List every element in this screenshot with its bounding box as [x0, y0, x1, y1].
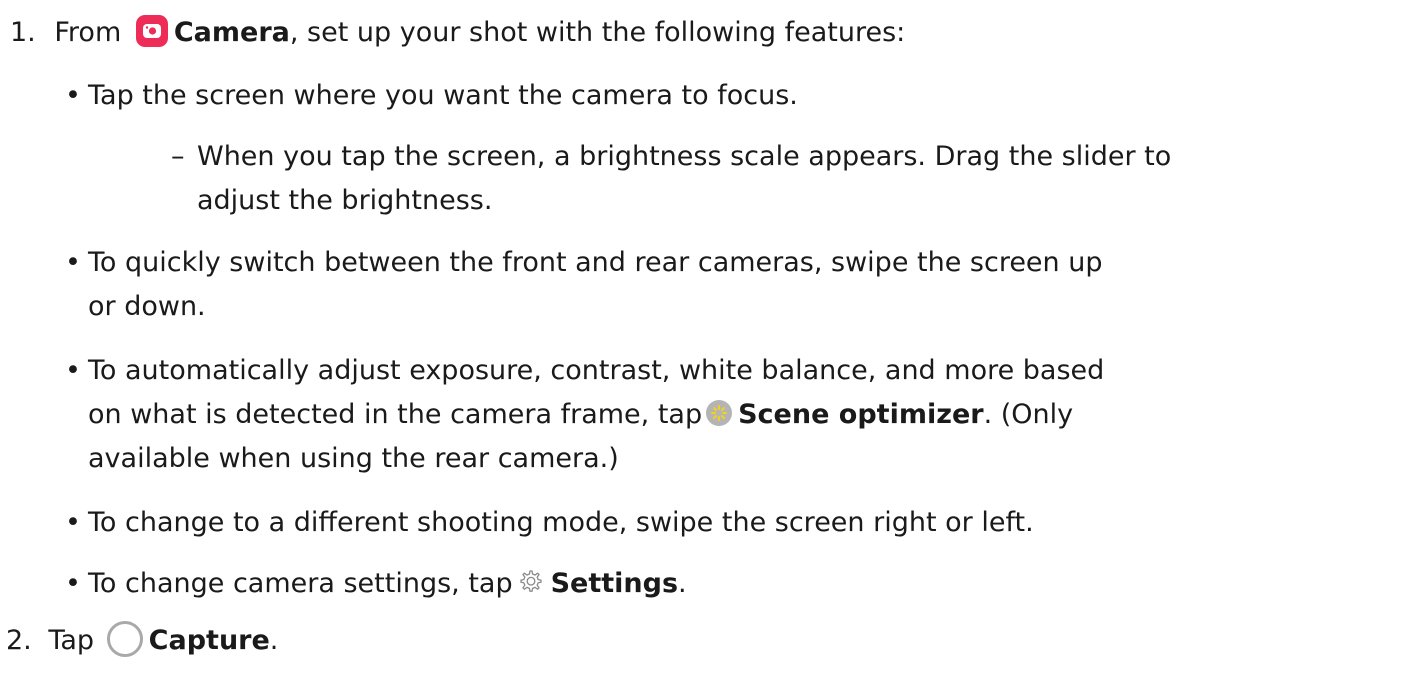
- bullet-marker: •: [65, 355, 81, 386]
- step-text-rest: , set up your shot with the following fe…: [289, 17, 906, 48]
- bullet-item-scene-line1: To automatically adjust exposure, contra…: [88, 351, 1104, 391]
- bullet-text: . (Only: [983, 399, 1074, 430]
- bullet-item-scene-line3: available when using the rear camera.): [88, 439, 619, 479]
- settings-label: Settings: [550, 568, 679, 599]
- step-text: Tap: [48, 625, 95, 656]
- bullet-marker: •: [65, 507, 81, 538]
- scene-optimizer-icon: [706, 399, 733, 426]
- scene-optimizer-label: Scene optimizer: [738, 399, 984, 430]
- capture-label: Capture: [148, 625, 270, 656]
- bullet-marker: •: [65, 80, 81, 111]
- step-text: From: [54, 17, 122, 48]
- step-number: 2.: [6, 625, 32, 656]
- step-number: 1.: [10, 17, 36, 48]
- bullet-item-mode: To change to a different shooting mode, …: [88, 503, 1034, 543]
- capture-button-icon: [106, 620, 143, 657]
- bullet-text: To change camera settings, tap: [88, 568, 513, 599]
- bullet-item-switch-line1: To quickly switch between the front and …: [88, 243, 1103, 283]
- bullet-text: To change to a different shooting mode, …: [88, 507, 1034, 538]
- bullet-text: on what is detected in the camera frame,…: [88, 399, 703, 430]
- bullet-item-scene-line2: on what is detected in the camera frame,…: [88, 395, 1073, 435]
- step-text-rest: .: [269, 625, 279, 656]
- bullet-item-focus: Tap the screen where you want the camera…: [88, 76, 798, 116]
- bullet-item-switch-line2: or down.: [88, 287, 206, 327]
- sub-item-brightness-line1: When you tap the screen, a brightness sc…: [197, 137, 1171, 177]
- step-2: 2. Tap Capture.: [6, 620, 279, 661]
- sub-item-text: adjust the brightness.: [197, 185, 493, 216]
- bullet-marker: •: [65, 568, 81, 599]
- bullet-text: available when using the rear camera.): [88, 443, 619, 474]
- bullet-text: Tap the screen where you want the camera…: [88, 80, 798, 111]
- bullet-text: or down.: [88, 291, 206, 322]
- step-1: 1. From Camera, set up your shot with th…: [10, 13, 905, 53]
- camera-app-name: Camera: [173, 17, 290, 48]
- bullet-item-settings: To change camera settings, tap Settings.: [88, 564, 687, 604]
- bullet-text: .: [678, 568, 687, 599]
- bullet-text: To automatically adjust exposure, contra…: [88, 355, 1105, 386]
- sub-item-text: When you tap the screen, a brightness sc…: [197, 141, 1172, 172]
- sub-item-brightness-line2: adjust the brightness.: [197, 181, 492, 221]
- settings-gear-icon: [515, 567, 545, 597]
- bullet-text: To quickly switch between the front and …: [88, 247, 1103, 278]
- dash-marker: –: [171, 141, 185, 172]
- camera-app-icon: [135, 14, 168, 47]
- bullet-marker: •: [65, 247, 81, 278]
